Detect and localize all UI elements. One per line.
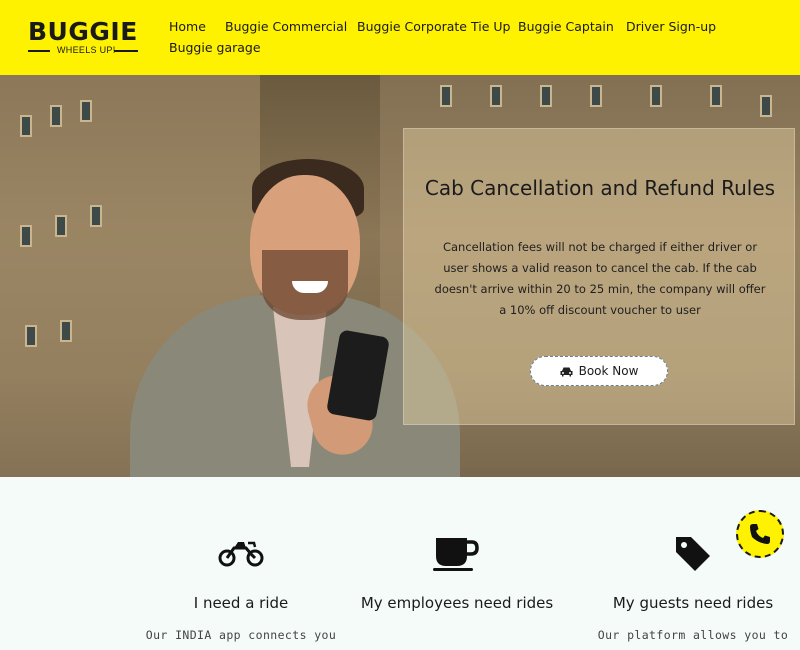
hero-description: Cancellation fees will not be charged if… [434,240,766,317]
hero-title: Cab Cancellation and Refund Rules [424,176,776,200]
feature-desc-ride: Our INDIA app connects you [145,628,337,642]
logo-rule-right [114,50,138,52]
coffee-cup-icon [433,536,479,577]
nav-item-home[interactable]: Home [169,19,206,34]
motorcycle-icon [218,538,264,573]
feature-title-guests: My guests need rides [612,594,774,612]
nav-item-driver-signup[interactable]: Driver Sign-up [626,19,716,34]
nav-item-commercial[interactable]: Buggie Commercial [225,19,347,34]
logo-rule-left [28,50,50,52]
brand-name: BUGGIE [28,17,138,46]
nav-item-garage[interactable]: Buggie garage [169,40,261,55]
book-now-label: Book Now [578,364,639,378]
hero-banner: Cab Cancellation and Refund Rules Cancel… [0,75,800,477]
feature-title-employees: My employees need rides [360,594,554,612]
call-button[interactable] [736,510,784,558]
feature-desc-guests: Our platform allows you to [597,628,789,642]
tag-icon [674,535,712,578]
book-now-button[interactable]: Book Now [530,356,668,386]
brand-tagline: WHEELS UP! [57,45,116,55]
nav-item-captain[interactable]: Buggie Captain [518,19,614,34]
feature-title-ride: I need a ride [193,594,289,612]
brand-logo[interactable]: BUGGIE WHEELS UP! [28,18,140,58]
site-header: BUGGIE WHEELS UP! Home Buggie Commercial… [0,0,800,75]
car-icon [560,367,573,376]
nav-item-corporate-tie-up[interactable]: Buggie Corporate Tie Up [357,19,510,34]
phone-icon [750,524,770,544]
